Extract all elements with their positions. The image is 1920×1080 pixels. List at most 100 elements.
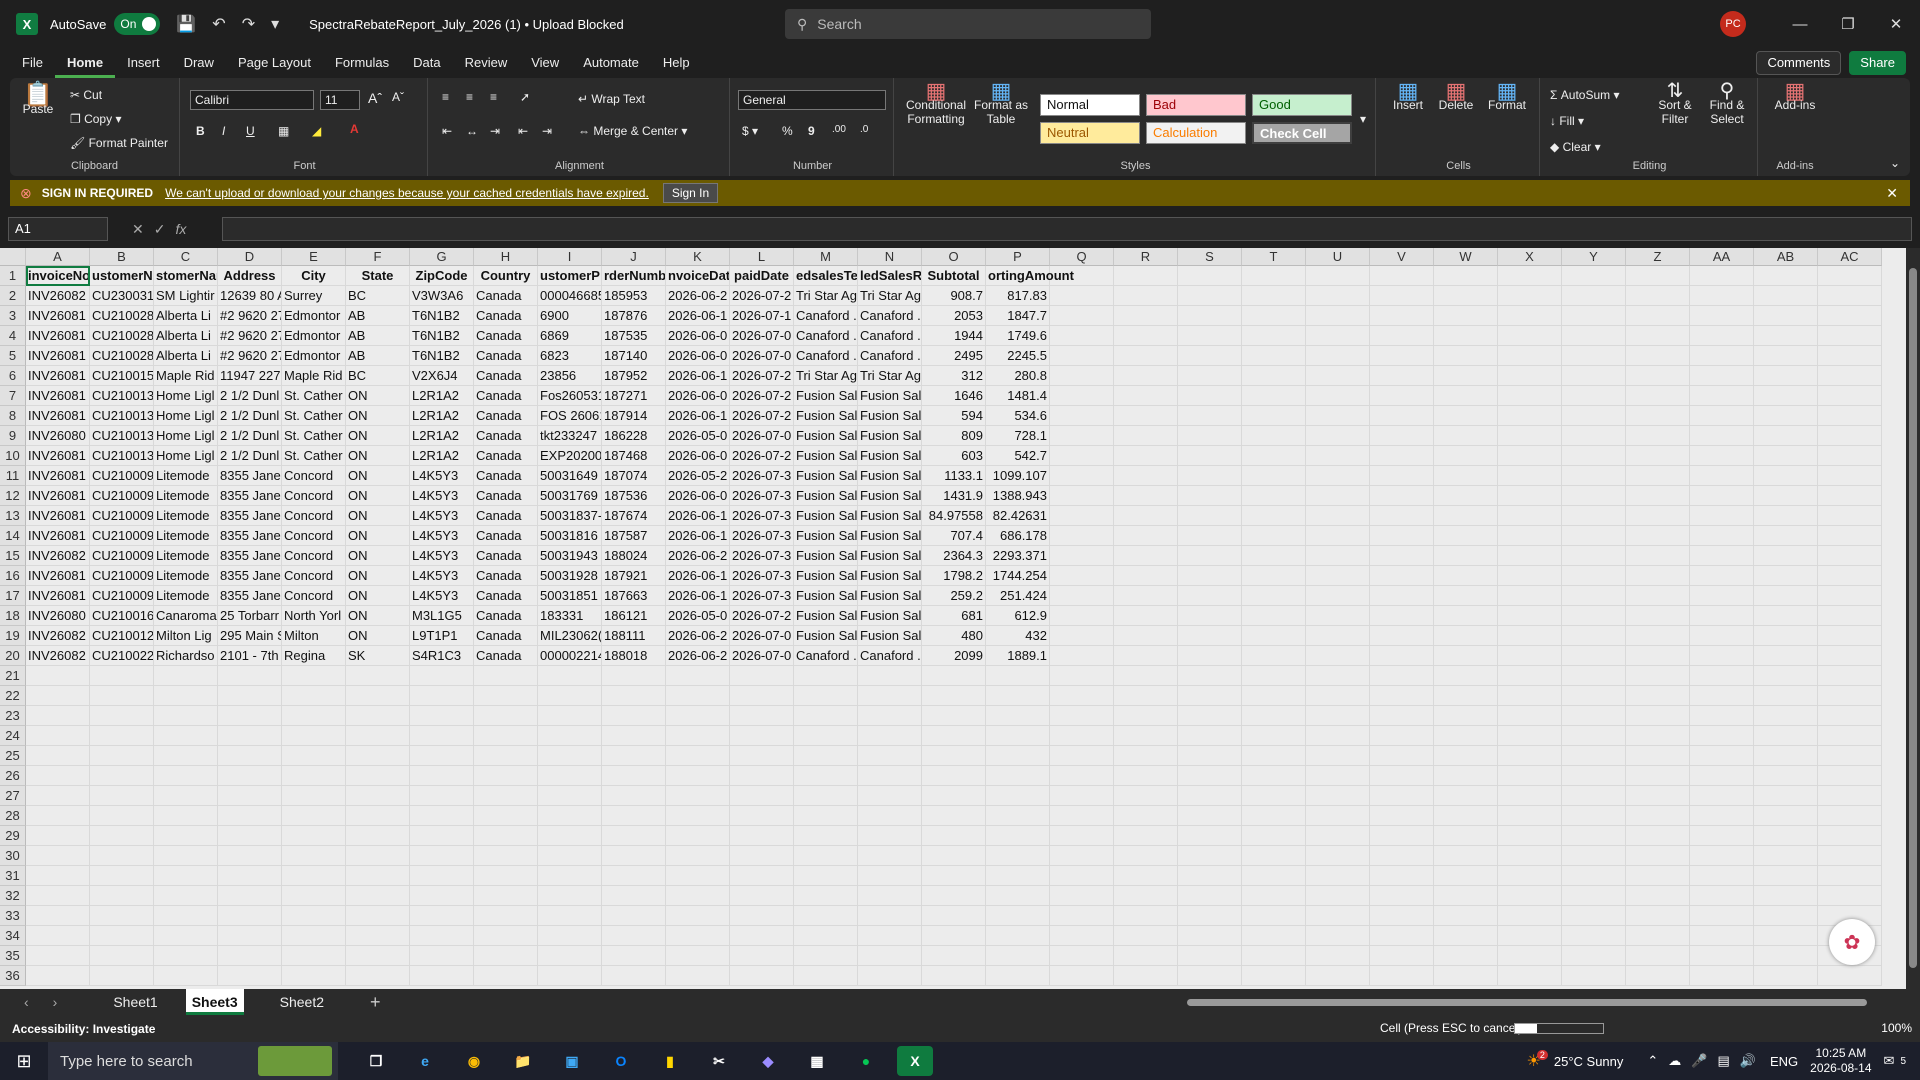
data-cell[interactable]: Fusion Sal	[858, 466, 922, 486]
empty-cell[interactable]	[1050, 466, 1114, 486]
empty-cell[interactable]	[1434, 886, 1498, 906]
align-middle-icon[interactable]: ≡	[466, 90, 473, 104]
empty-cell[interactable]	[1754, 646, 1818, 666]
empty-cell[interactable]	[1562, 446, 1626, 466]
empty-cell[interactable]	[1242, 366, 1306, 386]
empty-cell[interactable]	[1114, 946, 1178, 966]
empty-cell[interactable]	[1498, 326, 1562, 346]
empty-cell[interactable]	[922, 926, 986, 946]
cut-button[interactable]: ✂ Cut	[70, 88, 102, 102]
empty-cell[interactable]	[1114, 386, 1178, 406]
data-cell[interactable]: Canada	[474, 526, 538, 546]
empty-cell[interactable]	[1370, 806, 1434, 826]
empty-cell[interactable]	[986, 946, 1050, 966]
data-cell[interactable]: Fusion Sal	[794, 506, 858, 526]
empty-cell[interactable]	[346, 806, 410, 826]
empty-cell[interactable]	[1818, 366, 1882, 386]
empty-cell[interactable]	[1562, 726, 1626, 746]
empty-cell[interactable]	[26, 706, 90, 726]
data-cell[interactable]: INV26081	[26, 566, 90, 586]
autosave-toggle[interactable]: On	[114, 13, 161, 35]
data-cell[interactable]: ON	[346, 446, 410, 466]
data-cell[interactable]: Fusion Sal	[858, 586, 922, 606]
clock[interactable]: 10:25 AM 2026-08-14	[1810, 1046, 1871, 1076]
data-cell[interactable]: CU210013	[90, 446, 154, 466]
data-cell[interactable]: CU210009	[90, 526, 154, 546]
data-cell[interactable]: Fusion Sal	[858, 526, 922, 546]
empty-cell[interactable]	[218, 786, 282, 806]
empty-cell[interactable]	[922, 766, 986, 786]
column-header[interactable]: Z	[1626, 248, 1690, 266]
column-header[interactable]: W	[1434, 248, 1498, 266]
data-cell[interactable]: 8355 Jane	[218, 506, 282, 526]
empty-cell[interactable]	[90, 946, 154, 966]
empty-cell[interactable]	[1178, 586, 1242, 606]
empty-cell[interactable]	[1626, 626, 1690, 646]
column-header[interactable]: Y	[1562, 248, 1626, 266]
empty-cell[interactable]	[282, 726, 346, 746]
data-cell[interactable]: Tri Star Ag	[858, 286, 922, 306]
empty-cell[interactable]	[1690, 626, 1754, 646]
style-normal[interactable]: Normal	[1040, 94, 1140, 116]
empty-cell[interactable]	[1690, 426, 1754, 446]
empty-cell[interactable]	[282, 946, 346, 966]
clear-button[interactable]: ◆ Clear ▾	[1550, 140, 1601, 154]
empty-cell[interactable]	[410, 666, 474, 686]
empty-cell[interactable]	[1114, 706, 1178, 726]
empty-cell[interactable]	[1754, 326, 1818, 346]
undo-icon[interactable]: ↶	[212, 14, 225, 34]
data-cell[interactable]: Canada	[474, 406, 538, 426]
empty-cell[interactable]	[154, 746, 218, 766]
row-header[interactable]: 11	[0, 466, 26, 486]
data-cell[interactable]: Canada	[474, 286, 538, 306]
empty-cell[interactable]	[730, 786, 794, 806]
empty-cell[interactable]	[90, 666, 154, 686]
data-cell[interactable]: Fusion Sal	[794, 606, 858, 626]
data-cell[interactable]: L2R1A2	[410, 406, 474, 426]
data-cell[interactable]: St. Cather	[282, 426, 346, 446]
data-cell[interactable]: 2026-07-2	[730, 286, 794, 306]
data-cell[interactable]: Litemode	[154, 586, 218, 606]
empty-cell[interactable]	[90, 866, 154, 886]
empty-cell[interactable]	[1498, 566, 1562, 586]
empty-cell[interactable]	[474, 906, 538, 926]
data-cell[interactable]: 8355 Jane	[218, 546, 282, 566]
empty-cell[interactable]	[1178, 406, 1242, 426]
data-cell[interactable]: Home Ligl	[154, 386, 218, 406]
empty-cell[interactable]	[1242, 706, 1306, 726]
empty-cell[interactable]	[1370, 366, 1434, 386]
empty-cell[interactable]	[282, 846, 346, 866]
empty-cell[interactable]	[1754, 686, 1818, 706]
empty-cell[interactable]	[1626, 966, 1690, 986]
format-button[interactable]: ▦ Format	[1482, 80, 1532, 113]
empty-cell[interactable]	[922, 686, 986, 706]
data-cell[interactable]: 23856	[538, 366, 602, 386]
empty-cell[interactable]	[1178, 766, 1242, 786]
underline-icon[interactable]: U	[246, 124, 255, 138]
empty-cell[interactable]	[1370, 346, 1434, 366]
row-header[interactable]: 19	[0, 626, 26, 646]
percent-icon[interactable]: %	[782, 124, 793, 138]
empty-cell[interactable]	[922, 746, 986, 766]
empty-cell[interactable]	[602, 726, 666, 746]
data-cell[interactable]: 534.6	[986, 406, 1050, 426]
empty-cell[interactable]	[1754, 906, 1818, 926]
empty-cell[interactable]	[1178, 546, 1242, 566]
empty-cell[interactable]	[1242, 626, 1306, 646]
empty-cell[interactable]	[1690, 786, 1754, 806]
data-cell[interactable]: INV26082	[26, 646, 90, 666]
empty-cell[interactable]	[1626, 866, 1690, 886]
data-cell[interactable]: 2026-07-2	[730, 386, 794, 406]
empty-cell[interactable]	[1690, 506, 1754, 526]
empty-cell[interactable]	[154, 706, 218, 726]
tab-sheet2[interactable]: Sheet2	[274, 989, 330, 1015]
data-cell[interactable]: 8355 Jane	[218, 526, 282, 546]
empty-cell[interactable]	[410, 906, 474, 926]
empty-cell[interactable]	[474, 686, 538, 706]
data-cell[interactable]: MIL23062(	[538, 626, 602, 646]
empty-cell[interactable]	[1050, 286, 1114, 306]
data-cell[interactable]: 187074	[602, 466, 666, 486]
empty-cell[interactable]	[1434, 866, 1498, 886]
data-cell[interactable]: Fusion Sal	[858, 546, 922, 566]
increase-indent-icon[interactable]: ⇥	[542, 124, 552, 138]
